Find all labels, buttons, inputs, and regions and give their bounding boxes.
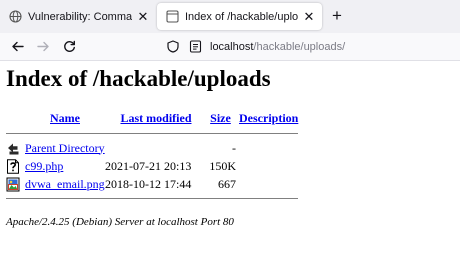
arrow-left-icon [11,41,24,51]
address-bar[interactable]: localhost/hackable/uploads/ [166,36,460,57]
forward-button[interactable] [35,38,51,54]
arrow-right-icon [36,41,49,51]
tab-title: Index of /hackable/uploads [185,10,298,23]
icon-column-header [6,108,24,128]
back-icon [8,143,19,154]
url-path: /hackable/uploads/ [253,40,346,53]
size-cell: 667 [218,176,236,191]
reload-button[interactable] [61,38,77,54]
table-row: Parent Directory - [6,139,298,157]
header-divider [6,128,299,139]
page-info-icon[interactable] [188,40,202,54]
table-header-row: Name Last modified Size Description [6,108,298,128]
url-host: localhost [210,40,254,53]
sort-by-description-link[interactable]: Description [239,111,298,125]
url-text[interactable]: localhost/hackable/uploads/ [210,41,345,53]
navigation-toolbar: localhost/hackable/uploads/ [0,33,460,61]
tab-command-injection[interactable]: Vulnerability: Command Injection ✕ [0,3,156,30]
globe-icon [8,10,22,24]
parent-directory-link[interactable]: Parent Directory [25,141,105,155]
file-link-c99-php[interactable]: c99.php [25,159,63,173]
table-row: c99.php 2021-07-21 20:13 150K [6,157,298,175]
name-column-header: Name [24,108,105,128]
tab-bar: Vulnerability: Command Injection ✕ Index… [0,0,460,33]
size-column-header: Size [201,108,236,128]
back-button[interactable] [9,38,25,54]
table-row: dvwa_email.png 2018-10-12 17:44 667 [6,175,298,193]
directory-listing: Name Last modified Size Description Pare… [6,108,299,204]
description-column-header: Description [236,108,298,128]
modified-cell: 2021-07-21 20:13 [105,158,192,173]
reload-icon [63,40,75,52]
server-signature: Apache/2.4.25 (Debian) Server at localho… [6,216,234,228]
tab-title: Vulnerability: Command Injection [28,10,132,23]
page-icon [165,10,179,24]
close-tab-icon[interactable]: ✕ [302,9,316,24]
size-cell: 150K [209,158,236,173]
last-modified-column-header: Last modified [105,108,201,128]
sort-by-name-link[interactable]: Name [50,111,80,125]
image-file-icon [6,177,20,191]
modified-cell: 2018-10-12 17:44 [105,176,192,191]
sort-by-size-link[interactable]: Size [210,111,231,125]
page-title: Index of /hackable/uploads [6,66,271,91]
tab-index-uploads[interactable]: Index of /hackable/uploads ✕ [157,3,322,30]
file-link-dvwa-email-png[interactable]: dvwa_email.png [25,177,105,191]
shield-icon[interactable] [166,40,180,54]
sort-by-last-modified-link[interactable]: Last modified [120,111,191,125]
close-tab-icon[interactable]: ✕ [136,9,150,24]
new-tab-button[interactable]: + [329,7,345,24]
footer-divider [6,193,299,204]
unknown-file-icon [7,158,19,174]
size-cell: - [232,140,236,155]
